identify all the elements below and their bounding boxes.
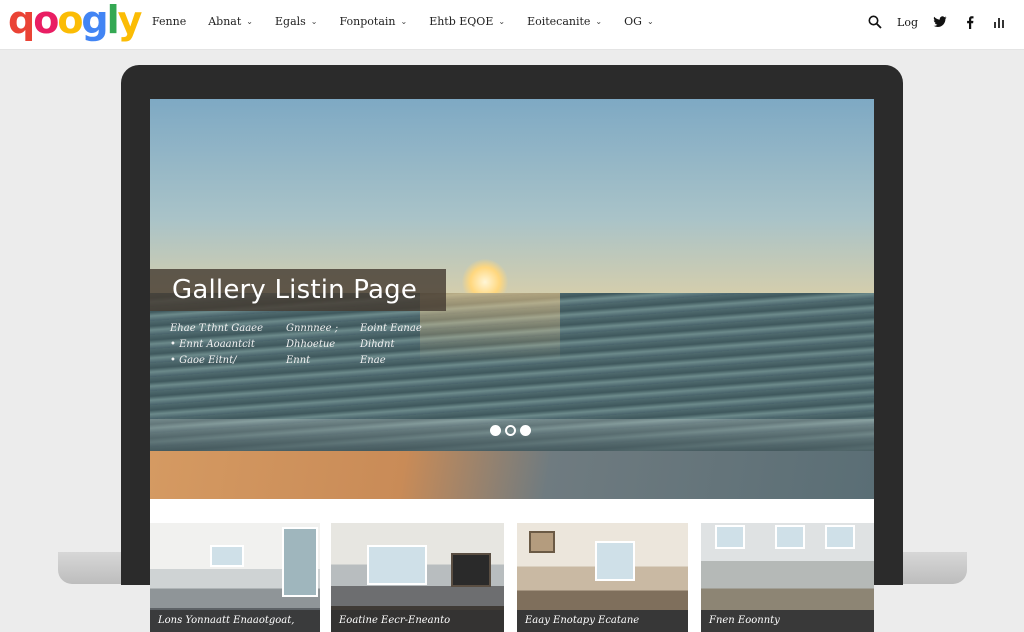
card-label: Fnen Eoonnty [701, 610, 874, 632]
search-icon[interactable] [867, 14, 883, 30]
caption-line: • Ennt Aoaantcit [170, 337, 263, 353]
caption-line: Ennt [286, 355, 311, 366]
bullet-icon: • [170, 355, 180, 366]
caption-text: Gaoe Eitnt/ [179, 355, 237, 366]
slide-indicators [490, 425, 531, 436]
nav-item-og[interactable]: OG ⌄ [624, 15, 654, 28]
caption-line: Dihdnt [360, 339, 395, 350]
chevron-down-icon: ⌄ [246, 17, 253, 26]
nav-item-fonpotain[interactable]: Fonpotain ⌄ [340, 15, 408, 28]
nav-item-label: OG [624, 15, 642, 28]
login-link[interactable]: Log [897, 16, 918, 29]
caption-text: Ennt Aoaantcit [179, 339, 255, 350]
page-title: Gallery Listin Page [172, 275, 418, 305]
top-navigation-bar: qoogly Fenne Abnat ⌄ Egals ⌄ Fonpotain ⌄… [0, 0, 1024, 50]
hero-caption-column: Gnnnnee ; Dhhoetue Ennt [286, 321, 338, 369]
gallery-card[interactable]: Fnen Eoonnty [701, 523, 874, 632]
hero-title-box: Gallery Listin Page [150, 269, 446, 311]
logo-letter: q [8, 0, 35, 42]
twitter-icon[interactable] [932, 14, 948, 30]
caption-line: Eoint Eanae [360, 323, 422, 334]
logo-letter: y [117, 0, 143, 42]
nav-item-label: Ehtb EQOE [429, 15, 494, 28]
chevron-down-icon: ⌄ [646, 17, 654, 26]
gallery-card[interactable]: Eaay Enotapy Ecatane [517, 523, 688, 632]
chevron-down-icon: ⌄ [595, 17, 603, 26]
chevron-down-icon: ⌄ [400, 17, 408, 26]
slide-dot[interactable] [490, 425, 501, 436]
card-label: Eaay Enotapy Ecatane [517, 610, 688, 632]
nav-item-label: Eoitecanite [527, 15, 591, 28]
logo-letter: o [57, 0, 83, 42]
chevron-down-icon: ⌄ [310, 17, 318, 26]
caption-line: Enae [360, 355, 386, 366]
hero-caption-column: Eoint Eanae Dihdnt Enae [360, 321, 422, 369]
brand-logo[interactable]: qoogly [8, 0, 143, 46]
slide-dot-active[interactable] [505, 425, 516, 436]
nav-item-label: Fenne [152, 15, 187, 28]
bullet-icon: • [170, 339, 180, 350]
caption-line: • Gaoe Eitnt/ [170, 353, 263, 369]
nav-item-label: Abnat [208, 15, 242, 28]
chevron-down-icon: ⌄ [498, 17, 506, 26]
main-nav: Fenne Abnat ⌄ Egals ⌄ Fonpotain ⌄ Ehtb E… [152, 15, 654, 28]
gallery-grid: Lons Yonnaatt Enaaotgoat, Eoatine Eecr-E… [150, 523, 874, 632]
card-label: Lons Yonnaatt Enaaotgoat, [150, 610, 320, 632]
laptop-screen: Gallery Listin Page Ehae T.thnt Gaaee • … [150, 99, 874, 632]
caption-line: Ehae T.thnt Gaaee [170, 323, 264, 334]
nav-item-label: Fonpotain [339, 15, 396, 28]
nav-item-ehtb-eqoe[interactable]: Ehtb EQOE ⌄ [429, 15, 505, 28]
nav-item-abnat[interactable]: Abnat ⌄ [208, 15, 253, 28]
logo-letter: o [33, 0, 59, 42]
logo-letter: g [81, 0, 108, 42]
hero-slideshow[interactable]: Gallery Listin Page Ehae T.thnt Gaaee • … [150, 99, 874, 499]
slide-dot[interactable] [520, 425, 531, 436]
caption-line: Dhhoetue [286, 339, 336, 350]
facebook-icon[interactable] [962, 14, 978, 30]
nav-item-label: Egals [275, 15, 306, 28]
bar-chart-icon[interactable] [992, 14, 1008, 30]
nav-item-fenne[interactable]: Fenne [152, 15, 186, 28]
hero-caption-column: Ehae T.thnt Gaaee • Ennt Aoaantcit • Gao… [170, 321, 263, 369]
nav-item-egals[interactable]: Egals ⌄ [275, 15, 318, 28]
nav-item-eoitecanite[interactable]: Eoitecanite ⌄ [527, 15, 602, 28]
gallery-card[interactable]: Eoatine Eecr-Eneanto [331, 523, 504, 632]
logo-letter: l [106, 0, 120, 42]
card-label: Eoatine Eecr-Eneanto [331, 610, 504, 632]
hero-beach [150, 451, 874, 499]
top-right-actions: Log [867, 14, 1008, 30]
gallery-card[interactable]: Lons Yonnaatt Enaaotgoat, [150, 523, 320, 632]
caption-line: Gnnnnee ; [286, 323, 339, 334]
